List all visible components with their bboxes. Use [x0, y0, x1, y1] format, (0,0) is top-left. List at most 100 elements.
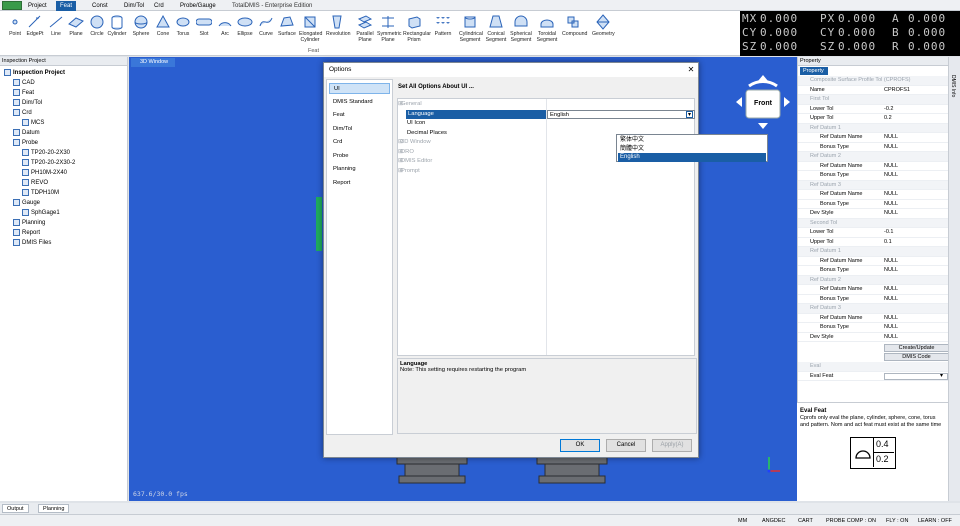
tree-item-dmis-files[interactable]: DMIS Files [13, 239, 51, 248]
tool-cylinder[interactable]: Cylinder [106, 14, 128, 37]
chevron-down-icon[interactable]: ▾ [686, 110, 693, 118]
tree-item-tdph10m[interactable]: TDPH10M [22, 189, 59, 198]
language-select[interactable]: English ▾ [547, 109, 695, 119]
tool-cylindrical-segment[interactable]: Cylindrical Segment [459, 14, 483, 43]
eval-feat-select[interactable] [884, 372, 948, 380]
property-row[interactable]: Bonus Type NULL [798, 171, 949, 181]
dmis-code-button[interactable]: DMIS Code [884, 353, 949, 361]
tree-item-tp20-20-2x30-2[interactable]: TP20-20-2X30-2 [22, 159, 75, 168]
close-icon[interactable]: ✕ [686, 64, 696, 76]
eval-feat-row[interactable]: Eval Feat ▾ [798, 372, 949, 382]
tree-item-probe[interactable]: Probe [13, 139, 38, 148]
tool-geometry[interactable]: Geometry [592, 14, 615, 37]
tool-elongated-cylinder[interactable]: Elongated Cylinder [299, 14, 322, 43]
menu-crd[interactable]: Crd [150, 1, 168, 11]
dropdown-option-2[interactable]: 簡體中文 [618, 145, 766, 154]
menu-feat[interactable]: Feat [56, 1, 77, 11]
property-row[interactable]: Upper Tol 0.2 [798, 114, 949, 124]
chevron-down-icon[interactable]: ▾ [940, 372, 943, 382]
nav-ui[interactable]: UI [329, 83, 390, 94]
status-fly-on[interactable]: FLY : ON [882, 516, 912, 526]
tree-item-tp20-20-2x30[interactable]: TP20-20-2X30 [22, 149, 70, 158]
property-row[interactable]: Bonus Type NULL [798, 323, 949, 333]
tree-item-planning[interactable]: Planning [13, 219, 45, 228]
grid-category[interactable]: ⊞ Prompt [398, 167, 694, 176]
tool-slot[interactable]: Slot [193, 14, 215, 37]
property-row[interactable]: Name CPROFS1 [798, 86, 949, 95]
tool-cone[interactable]: Cone [152, 14, 174, 37]
nav-planning[interactable]: Planning [329, 164, 390, 175]
nav-crd[interactable]: Crd [329, 137, 390, 148]
tool-torus[interactable]: Torus [172, 14, 194, 37]
tree-item-crd[interactable]: Crd [13, 109, 32, 118]
ok-button[interactable]: OK [560, 439, 600, 452]
menu-project[interactable]: Project [24, 1, 51, 11]
tool-point[interactable]: Point [4, 14, 26, 37]
property-row[interactable]: Upper Tol 0.1 [798, 238, 949, 247]
grid-row-ui-icon[interactable]: UI Icon [398, 119, 694, 128]
status-learn-off[interactable]: LEARN : OFF [914, 516, 956, 526]
property-row[interactable]: Dev Style NULL [798, 209, 949, 219]
apply-button[interactable]: Apply(A) [652, 439, 692, 452]
tool-spherical-segment[interactable]: Spherical Segment [510, 14, 532, 43]
dropdown-option-1[interactable]: 繁体中文 [618, 136, 766, 145]
property-row[interactable]: Bonus Type NULL [798, 200, 949, 209]
tool-ellipse[interactable]: Ellipse [234, 14, 256, 37]
tool-arc[interactable]: Arc [214, 14, 236, 37]
property-row[interactable]: Bonus Type NULL [798, 266, 949, 276]
cancel-button[interactable]: Cancel [606, 439, 646, 452]
property-row[interactable]: Lower Tol -0.2 [798, 105, 949, 114]
nav-probe[interactable]: Probe [329, 151, 390, 162]
property-row[interactable]: Ref Datum Name NULL [798, 314, 949, 323]
tool-conical-segment[interactable]: Conical Segment [485, 14, 507, 43]
tree-item-feat[interactable]: Feat [13, 89, 34, 98]
tool-surface[interactable]: Surface [276, 14, 298, 37]
tool-rectangular-prism[interactable]: Rectangular Prism [403, 14, 431, 43]
grid-row-language[interactable]: Language English ▾ [398, 109, 695, 119]
side-tab[interactable]: DMIS Info [948, 57, 960, 501]
property-row[interactable]: Bonus Type NULL [798, 143, 949, 152]
status-probe-comp-on[interactable]: PROBE COMP : ON [822, 516, 880, 526]
tool-line[interactable]: Line [45, 14, 67, 37]
tool-curve[interactable]: Curve [255, 14, 277, 37]
nav-dmis-standard[interactable]: DMIS Standard [329, 97, 390, 108]
status-angdec[interactable]: ANGDEC [758, 516, 790, 526]
app-logo-icon[interactable] [2, 1, 22, 10]
property-row[interactable]: Ref Datum Name NULL [798, 190, 949, 200]
tree-item-mcs[interactable]: MCS [22, 119, 44, 128]
tool-compound[interactable]: Compound [562, 14, 587, 37]
status-mm[interactable]: MM [734, 516, 751, 526]
tree-item-sphgage1[interactable]: SphGage1 [22, 209, 60, 218]
tool-revolution[interactable]: Revolution [326, 14, 351, 37]
status-cart[interactable]: CART [794, 516, 817, 526]
menu-const[interactable]: Const [88, 1, 112, 11]
dropdown-option-3[interactable]: English [618, 153, 766, 163]
tool-symmetric-plane[interactable]: Symmetric Plane [377, 14, 402, 43]
menu-dim-tol[interactable]: Dim/Tol [120, 1, 148, 11]
tree-item-gauge[interactable]: Gauge [13, 199, 40, 208]
tab-property[interactable]: Property [800, 67, 828, 75]
tab-3d-window[interactable]: 3D Window [131, 58, 175, 67]
nav-report[interactable]: Report [329, 178, 390, 189]
property-row[interactable]: Ref Datum Name NULL [798, 257, 949, 266]
create-update-button[interactable]: Create/Update [884, 344, 949, 352]
tree-item-datum[interactable]: Datum [13, 129, 40, 138]
menu-probe-gauge[interactable]: Probe/Gauge [176, 1, 220, 11]
tool-pattern[interactable]: Pattern [432, 14, 454, 37]
tree-item-report[interactable]: Report [13, 229, 40, 238]
tool-toroidal-segment[interactable]: Toroidal Segment [536, 14, 558, 43]
tool-sphere[interactable]: Sphere [130, 14, 152, 37]
tree-item-ph10m-2x40[interactable]: PH10M-2X40 [22, 169, 67, 178]
property-row[interactable]: Dev Style NULL [798, 333, 949, 342]
grid-category[interactable]: ⊞ General [398, 100, 694, 109]
nav-feat[interactable]: Feat [329, 110, 390, 121]
tab-output[interactable]: Output [2, 504, 29, 513]
property-row[interactable]: Ref Datum Name NULL [798, 162, 949, 171]
property-row[interactable]: Ref Datum Name NULL [798, 133, 949, 143]
view-cube[interactable]: Front [733, 72, 793, 132]
property-row[interactable]: Lower Tol -0.1 [798, 228, 949, 238]
tree-item-inspection-project[interactable]: Inspection Project [4, 69, 65, 78]
tab-planning[interactable]: Planning [38, 504, 70, 513]
tool-parallel-plane[interactable]: Parallel Plane [354, 14, 376, 43]
tree-item-cad[interactable]: CAD [13, 79, 35, 88]
